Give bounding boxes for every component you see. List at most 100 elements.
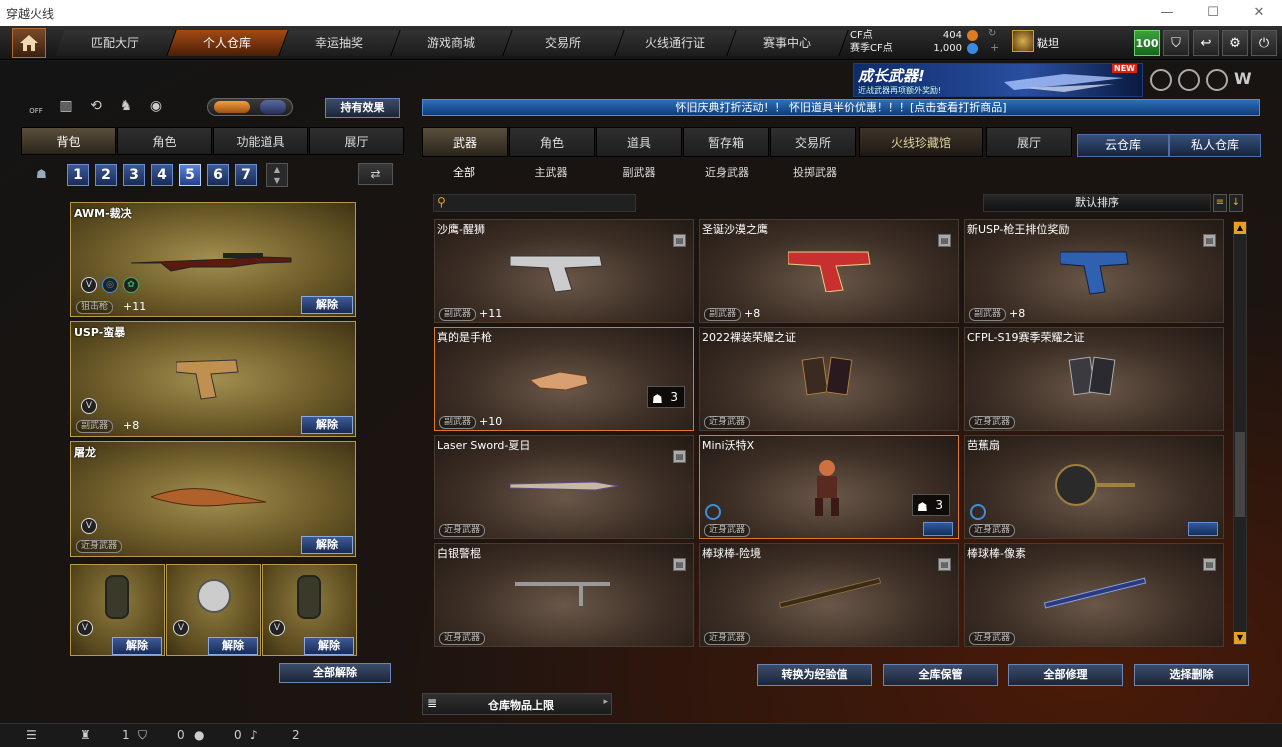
cycle-icon[interactable]: ⟲ — [85, 95, 107, 117]
slot-1[interactable]: 1 — [67, 164, 89, 186]
level-badge[interactable]: 100 — [1134, 30, 1160, 56]
subtab-secondary[interactable]: 副武器 — [595, 164, 683, 180]
tab-gallery[interactable]: 展厅 — [986, 127, 1072, 157]
equipped-card-awm[interactable]: AWM-裁决 V ◎ ✿ 狙击枪 +11 解除 — [70, 202, 356, 317]
tab-character[interactable]: 角色 — [117, 127, 212, 155]
unequip-button[interactable]: 解除 — [301, 416, 353, 434]
toggle-icon[interactable]: OFF — [25, 95, 47, 117]
stats-icon[interactable]: ▥ — [55, 95, 77, 117]
add-icon[interactable]: + — [990, 41, 999, 54]
friends-icon[interactable]: ♜ — [80, 728, 91, 742]
capacity-limit-button[interactable]: ≣ 仓库物品上限 ▸ — [422, 693, 612, 715]
tab-battle-pass[interactable]: 火线通行证 — [615, 30, 737, 56]
pattern-icon[interactable] — [923, 522, 953, 536]
subtab-primary[interactable]: 主武器 — [507, 164, 595, 180]
tab-characters[interactable]: 角色 — [509, 127, 595, 157]
list-view-icon[interactable]: ≡ — [1213, 194, 1227, 212]
item-scrollbar[interactable]: ▲ ▼ — [1233, 221, 1247, 645]
gear-icon[interactable]: ⚙ — [1222, 30, 1248, 56]
close-button[interactable]: ✕ — [1236, 0, 1282, 26]
badge-icon-4[interactable]: W — [1234, 69, 1256, 91]
slot-5[interactable]: 5 — [179, 164, 201, 186]
unequip-all-button[interactable]: 全部解除 — [279, 663, 391, 683]
tab-storage-box[interactable]: 暂存箱 — [683, 127, 769, 157]
tab-matching-lobby[interactable]: 匹配大厅 — [55, 30, 177, 56]
item-card[interactable]: 芭蕉扇 近身武器 — [964, 435, 1224, 539]
tab-personal-warehouse[interactable]: 个人仓库 — [167, 30, 289, 56]
menu-icon[interactable]: ☰ — [26, 728, 37, 742]
tab-trade[interactable]: 交易所 — [770, 127, 856, 157]
rank-icon[interactable] — [1012, 30, 1034, 52]
tab-items[interactable]: 道具 — [596, 127, 682, 157]
grenade-slot-3[interactable]: V 解除 — [262, 564, 357, 656]
refresh-icon[interactable]: ↻ — [988, 28, 996, 39]
item-card[interactable]: Mini沃特X ☗ 3 近身武器 — [699, 435, 959, 539]
slot-scroll-icon[interactable]: ▲ ▼ — [266, 163, 288, 187]
grenade-slot-2[interactable]: V 解除 — [166, 564, 261, 656]
slot-6[interactable]: 6 — [207, 164, 229, 186]
item-card[interactable]: 棒球棒-像素 ▤ 近身武器 — [964, 543, 1224, 647]
private-warehouse-button[interactable]: 私人仓库 — [1169, 134, 1261, 157]
minimize-button[interactable]: — — [1144, 0, 1190, 26]
tab-collection[interactable]: 火线珍藏馆 — [859, 127, 983, 157]
repair-all-button[interactable]: 全部修理 — [1008, 664, 1123, 686]
tab-game-mall[interactable]: 游戏商城 — [391, 30, 513, 56]
slot-7[interactable]: 7 — [235, 164, 257, 186]
subtab-melee[interactable]: 近身武器 — [683, 164, 771, 180]
item-card[interactable]: 圣诞沙漠之鹰 ▤ 副武器 +8 — [699, 219, 959, 323]
status-shield-icon[interactable]: ⛉ — [138, 728, 147, 743]
return-icon[interactable]: ↩ — [1193, 30, 1219, 56]
power-icon[interactable]: ⏻ — [1251, 30, 1277, 56]
select-delete-button[interactable]: 选择删除 — [1134, 664, 1249, 686]
scroll-thumb[interactable] — [1235, 432, 1245, 517]
item-card[interactable]: 白银警棍 ▤ 近身武器 — [434, 543, 694, 647]
swap-icon[interactable]: ⇄ — [358, 163, 393, 185]
sort-direction-icon[interactable]: ↓ — [1229, 194, 1243, 212]
grenade-slot-1[interactable]: V 解除 — [70, 564, 165, 656]
maximize-button[interactable]: ☐ — [1190, 0, 1236, 26]
chat-icon[interactable]: ● — [194, 728, 204, 742]
slot-4[interactable]: 4 — [151, 164, 173, 186]
tab-exchange[interactable]: 交易所 — [503, 30, 625, 56]
tab-weapons[interactable]: 武器 — [422, 127, 508, 157]
pattern-icon[interactable] — [1188, 522, 1218, 536]
badge-icon-1[interactable] — [1150, 69, 1172, 91]
bag-icon[interactable]: ◉ — [145, 95, 167, 117]
unequip-button[interactable]: 解除 — [304, 637, 354, 655]
equipped-card-usp[interactable]: USP-蛮暴 V 副武器 +8 解除 — [70, 321, 356, 437]
shield-icon[interactable]: ⛉ — [1163, 30, 1189, 56]
cloud-warehouse-button[interactable]: 云仓库 — [1077, 134, 1169, 157]
tab-lucky-draw[interactable]: 幸运抽奖 — [279, 30, 401, 56]
slot-3[interactable]: 3 — [123, 164, 145, 186]
unequip-button[interactable]: 解除 — [301, 536, 353, 554]
unequip-button[interactable]: 解除 — [208, 637, 258, 655]
badge-icon-2[interactable] — [1178, 69, 1200, 91]
unequip-button[interactable]: 解除 — [112, 637, 162, 655]
subtab-throwing[interactable]: 投掷武器 — [771, 164, 859, 180]
promo-notice[interactable]: 怀旧庆典打折活动！！ 怀旧道具半价优惠！！！[点击查看打折商品] — [422, 99, 1260, 116]
item-card[interactable]: 沙鹰-醒狮 ▤ 副武器 +11 — [434, 219, 694, 323]
view-toggle[interactable] — [207, 98, 293, 116]
tab-showroom[interactable]: 展厅 — [309, 127, 404, 155]
search-input[interactable]: ⚲ — [433, 194, 636, 212]
scroll-up-icon[interactable]: ▲ — [1234, 222, 1246, 234]
item-card[interactable]: 棒球棒-险境 ▤ 近身武器 — [699, 543, 959, 647]
store-all-button[interactable]: 全库保管 — [883, 664, 998, 686]
item-card[interactable]: 真的是手枪 ☗ 3 副武器 +10 — [434, 327, 694, 431]
tab-events[interactable]: 赛事中心 — [727, 30, 849, 56]
sort-dropdown[interactable]: 默认排序 — [983, 194, 1211, 212]
scroll-down-icon[interactable]: ▼ — [1234, 632, 1246, 644]
growth-weapon-banner[interactable]: 成长武器! 近战武器再项额外奖励! NEW — [853, 63, 1143, 97]
item-card[interactable]: Laser Sword-夏日 ▤ 近身武器 — [434, 435, 694, 539]
equipped-card-tulong[interactable]: 屠龙 V 近身武器 解除 — [70, 441, 356, 557]
subtab-all[interactable]: 全部 — [420, 164, 508, 180]
volume-icon[interactable]: ♪ — [250, 728, 258, 742]
tab-backpack[interactable]: 背包 — [21, 127, 116, 155]
item-card[interactable]: CFPL-S19赛季荣耀之证 近身武器 — [964, 327, 1224, 431]
holding-effect-button[interactable]: 持有效果 — [325, 98, 400, 118]
convert-exp-button[interactable]: 转换为经验值 — [757, 664, 872, 686]
character-icon[interactable]: ♞ — [115, 95, 137, 117]
home-button[interactable] — [12, 28, 46, 58]
username[interactable]: 鞑坦 — [1037, 35, 1059, 51]
item-card[interactable]: 新USP-枪王排位奖励 ▤ 副武器 +8 — [964, 219, 1224, 323]
